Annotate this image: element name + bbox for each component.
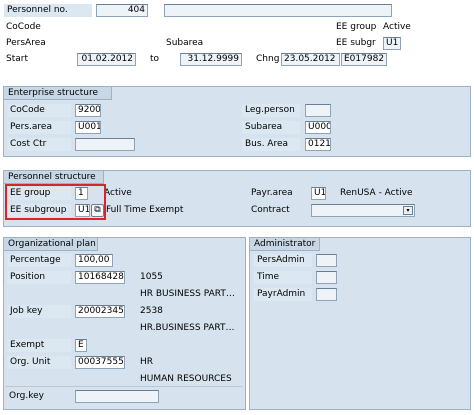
org-jobkey-num: 2538	[140, 306, 163, 316]
org-jobkey-label: Job key	[7, 305, 71, 318]
ent-legperson-label: Leg.person	[242, 104, 300, 117]
ent-subarea-field[interactable]: U000	[305, 121, 331, 134]
admin-persadmin-label: PersAdmin	[254, 254, 312, 267]
header-to-label: to	[150, 54, 160, 64]
start-date-field[interactable]: 01.02.2012	[77, 53, 136, 66]
org-orgkey-label: Org.key	[9, 391, 44, 401]
pers-eegroup-text: Active	[104, 188, 132, 198]
administrator-title: Administrator	[250, 238, 320, 251]
admin-payradmin-label: PayrAdmin	[254, 288, 312, 301]
ent-costctr-field[interactable]	[75, 138, 135, 151]
header-subarea-label: Subarea	[166, 38, 204, 48]
header-persarea-label: PersArea	[6, 38, 46, 48]
pers-eesubgroup-text: Full Time Exempt	[106, 205, 184, 215]
header-ee-group-value: Active	[383, 22, 411, 32]
admin-payradmin-field[interactable]	[316, 288, 337, 301]
org-orgunit-field[interactable]: 00037555	[75, 356, 125, 369]
ent-cocode-label: CoCode	[7, 104, 71, 117]
ent-subarea-label: Subarea	[242, 121, 300, 134]
org-position-field[interactable]: 10168428	[75, 271, 125, 284]
ent-cocode-field[interactable]: 9200	[75, 104, 101, 117]
org-exempt-field[interactable]: E	[75, 339, 87, 352]
pers-payrarea-field[interactable]: U1	[311, 187, 326, 200]
change-user-field[interactable]: E017982	[341, 53, 387, 66]
org-position-num: 1055	[140, 272, 163, 282]
personnel-no-field[interactable]: 404	[96, 4, 148, 17]
personnel-name-field[interactable]	[164, 4, 392, 17]
contract-dropdown-icon[interactable]: ▾	[403, 206, 413, 215]
end-date-field[interactable]: 31.12.9999	[180, 53, 242, 66]
admin-time-field[interactable]	[316, 271, 337, 284]
ent-costctr-label: Cost Ctr	[7, 138, 71, 151]
enterprise-structure-panel: Enterprise structure	[3, 86, 471, 157]
ent-persarea-field[interactable]: U001	[75, 121, 101, 134]
org-separator	[6, 386, 242, 387]
enterprise-structure-title: Enterprise structure	[4, 87, 112, 100]
personnel-no-label: Personnel no.	[4, 4, 92, 17]
org-orgunit-text: HUMAN RESOURCES	[140, 374, 232, 384]
pers-contract-label: Contract	[251, 205, 290, 215]
org-orgunit-label: Org. Unit	[7, 356, 71, 369]
header-ee-subgr-field[interactable]: U1	[383, 37, 401, 50]
ent-legperson-field[interactable]	[305, 104, 331, 117]
header-ee-subgr-label: EE subgr	[336, 38, 376, 48]
pers-contract-select[interactable]	[311, 204, 415, 217]
header-chng-label: Chng	[256, 54, 280, 64]
change-date-field[interactable]: 23.05.2012	[281, 53, 340, 66]
pers-payrarea-text: RenUSA - Active	[340, 188, 413, 198]
header-start-label: Start	[6, 54, 28, 64]
org-position-label: Position	[7, 271, 71, 284]
admin-persadmin-field[interactable]	[316, 254, 337, 267]
header-cocode-label: CoCode	[6, 22, 41, 32]
ent-busarea-label: Bus. Area	[242, 138, 300, 151]
pers-payrarea-label: Payr.area	[251, 188, 293, 198]
org-orgkey-field[interactable]	[75, 390, 159, 403]
personnel-structure-title: Personnel structure	[4, 171, 104, 184]
highlight-box	[5, 184, 106, 220]
org-jobkey-text: HR.BUSINESS PART…	[140, 323, 235, 333]
ent-persarea-label: Pers.area	[7, 121, 71, 134]
org-jobkey-field[interactable]: 20002345	[75, 305, 125, 318]
admin-time-label: Time	[254, 271, 312, 284]
header-ee-group-label: EE group	[336, 22, 377, 32]
org-exempt-label: Exempt	[7, 339, 71, 352]
org-plan-title: Organizational plan	[4, 238, 98, 251]
org-orgunit-abbr: HR	[140, 357, 154, 367]
org-percentage-label: Percentage	[7, 254, 71, 267]
ent-busarea-field[interactable]: 0121	[305, 138, 331, 151]
org-percentage-field[interactable]: 100,00	[75, 254, 113, 267]
org-position-text: HR BUSINESS PART…	[140, 289, 235, 299]
